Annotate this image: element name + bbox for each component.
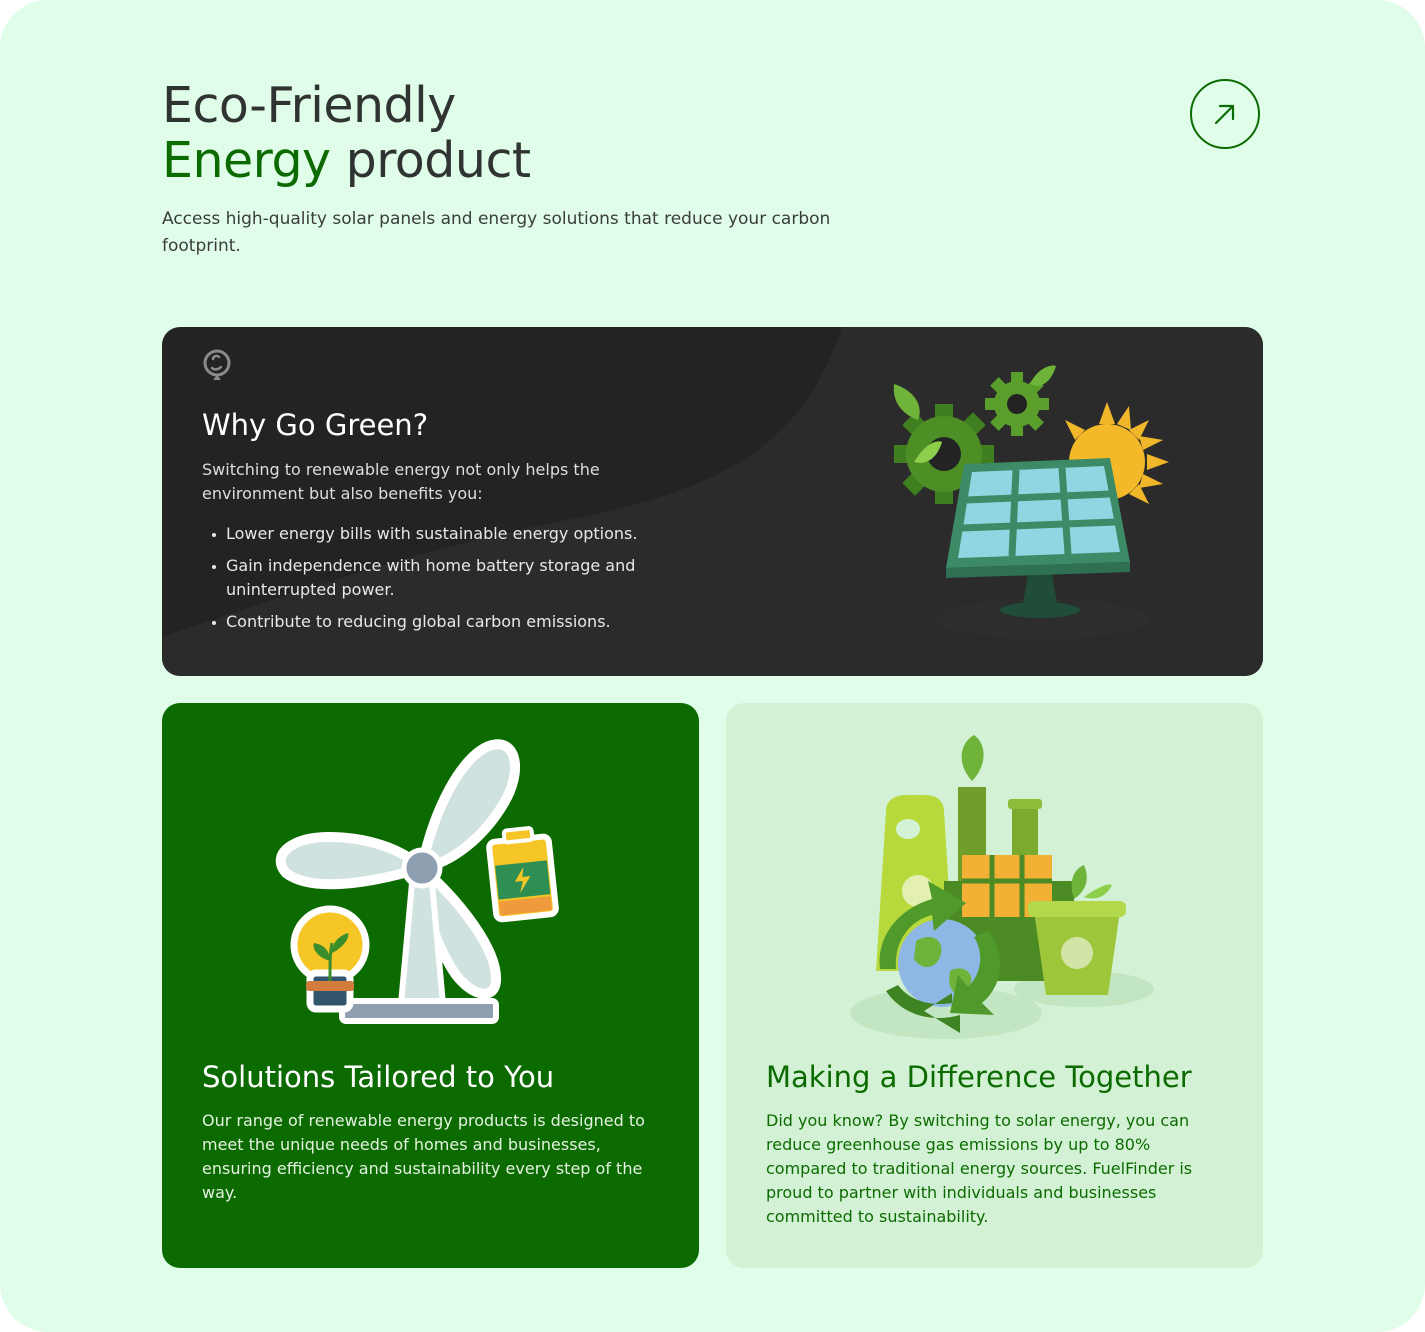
page-subtitle: Access high-quality solar panels and ene… bbox=[162, 209, 831, 256]
page-title: Eco-Friendly Energy product bbox=[162, 78, 531, 188]
map-pin-icon bbox=[203, 349, 231, 380]
why-go-green-heading: Why Go Green? bbox=[202, 408, 429, 442]
arrow-link-button[interactable] bbox=[1190, 79, 1260, 149]
list-item: Lower energy bills with sustainable ener… bbox=[202, 522, 672, 546]
title-rest: product bbox=[330, 132, 531, 189]
solutions-card: Solutions Tailored to You Our range of r… bbox=[162, 703, 699, 1268]
solutions-text: Our range of renewable energy products i… bbox=[202, 1111, 645, 1202]
page-container: Eco-Friendly Energy product Access high-… bbox=[0, 0, 1425, 1332]
why-go-green-card: Why Go Green? Switching to renewable ene… bbox=[162, 327, 1263, 676]
solutions-heading: Solutions Tailored to You bbox=[202, 1060, 555, 1094]
list-item: Contribute to reducing global carbon emi… bbox=[202, 610, 672, 634]
title-line1: Eco-Friendly bbox=[162, 77, 456, 134]
list-item: Gain independence with home battery stor… bbox=[202, 554, 672, 602]
title-accent: Energy bbox=[162, 132, 331, 189]
difference-card: Making a Difference Together Did you kno… bbox=[726, 703, 1263, 1268]
recycling-factory-illustration bbox=[850, 735, 1154, 1039]
why-go-green-intro: Switching to renewable energy not only h… bbox=[202, 460, 600, 503]
solar-panel-illustration bbox=[893, 365, 1169, 639]
difference-heading: Making a Difference Together bbox=[766, 1060, 1192, 1094]
benefits-list: Lower energy bills with sustainable ener… bbox=[202, 522, 672, 642]
difference-text: Did you know? By switching to solar ener… bbox=[766, 1111, 1193, 1226]
arrow-up-right-icon bbox=[1214, 104, 1235, 125]
wind-turbine-illustration bbox=[275, 739, 559, 1024]
